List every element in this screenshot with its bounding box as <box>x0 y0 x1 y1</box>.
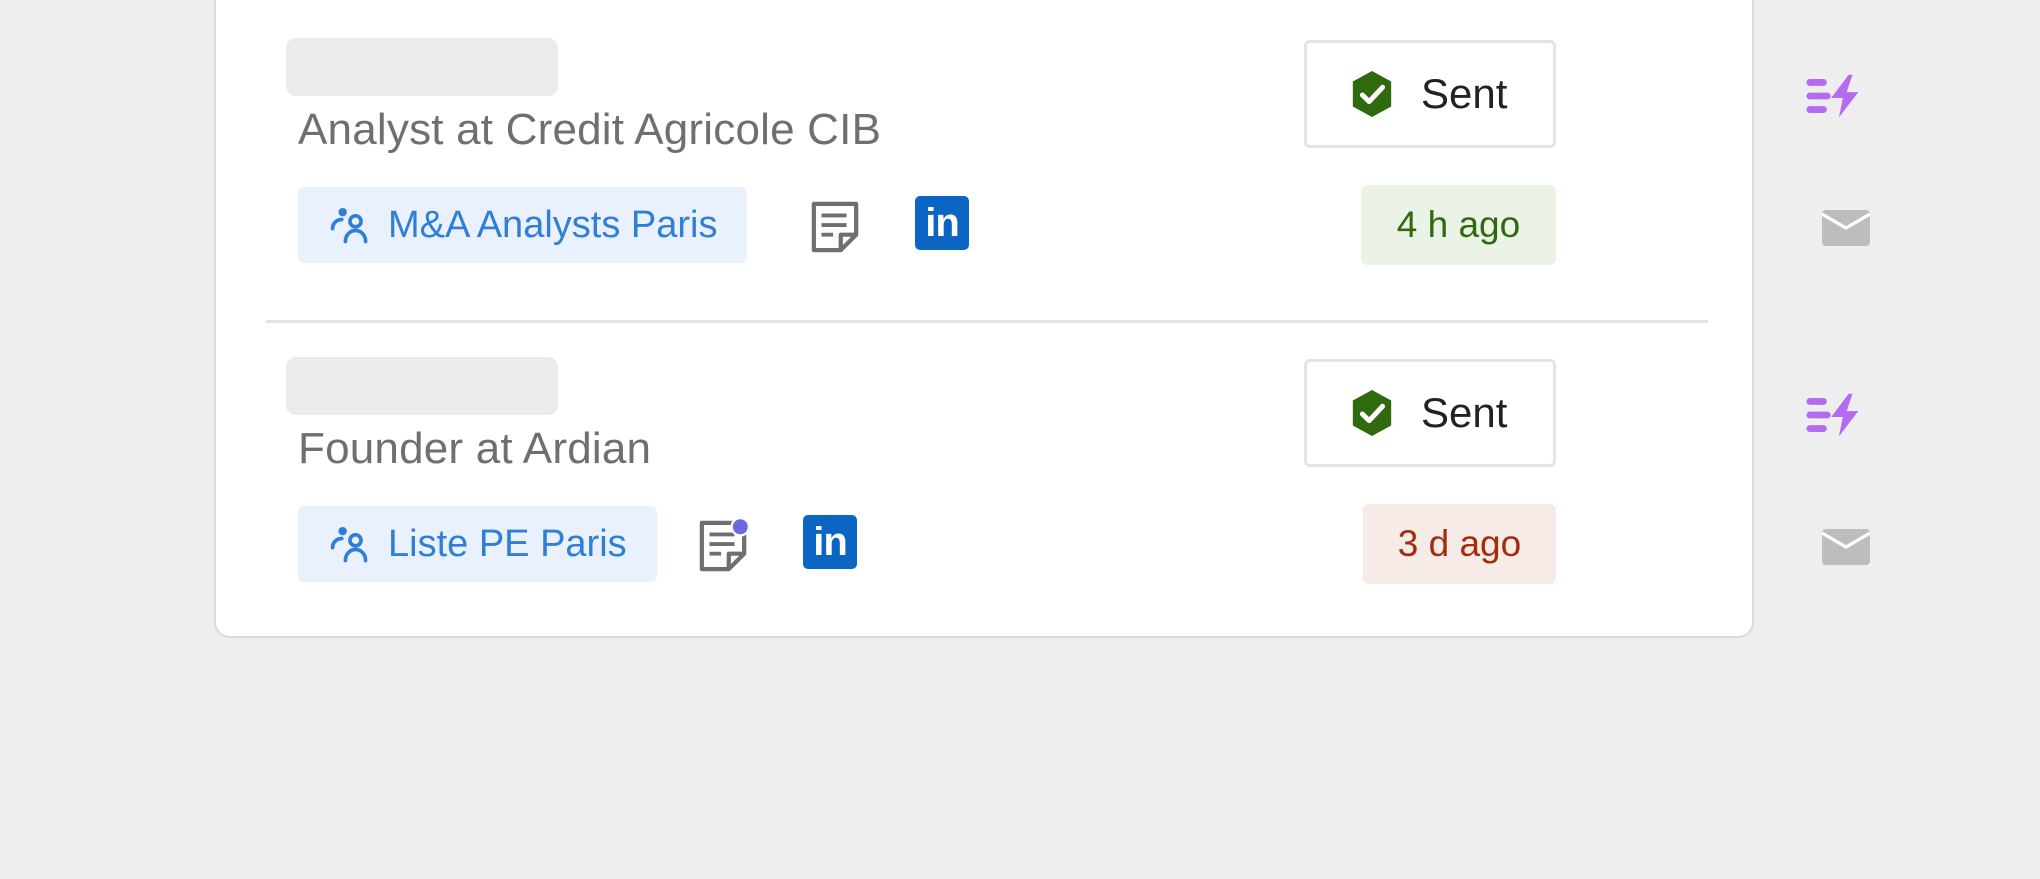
list-tag-label: M&A Analysts Paris <box>388 203 718 246</box>
list-tag-label: Liste PE Paris <box>388 522 627 565</box>
linkedin-icon[interactable]: in <box>915 196 969 250</box>
status-label: Sent <box>1421 389 1508 436</box>
flash-icon[interactable] <box>1806 391 1868 439</box>
note-icon[interactable] <box>810 200 860 254</box>
list-tag[interactable]: Liste PE Paris <box>298 506 657 582</box>
note-icon[interactable] <box>698 519 748 573</box>
mail-icon[interactable] <box>1822 529 1870 565</box>
contact-row[interactable]: Analyst at Credit Agricole CIB M&A Analy… <box>216 2 1870 323</box>
status-button[interactable]: Sent <box>1304 40 1556 148</box>
contact-title: Founder at Ardian <box>298 424 652 473</box>
check-badge-icon <box>1352 390 1392 436</box>
time-badge: 3 d ago <box>1363 504 1556 584</box>
contact-name-placeholder <box>286 357 558 415</box>
status-button[interactable]: Sent <box>1304 359 1556 467</box>
time-badge: 4 h ago <box>1361 185 1556 265</box>
contacts-card: Analyst at Credit Agricole CIB M&A Analy… <box>214 0 1870 639</box>
contact-row[interactable]: Founder at Ardian Liste PE Paris in Sent… <box>216 321 1870 639</box>
contact-title: Analyst at Credit Agricole CIB <box>298 105 882 154</box>
mail-icon[interactable] <box>1822 210 1870 246</box>
contact-name-placeholder <box>286 38 558 96</box>
people-icon <box>330 526 368 563</box>
check-badge-icon <box>1352 71 1392 117</box>
flash-icon[interactable] <box>1806 72 1868 120</box>
people-icon <box>330 207 368 244</box>
status-label: Sent <box>1421 70 1508 117</box>
list-tag[interactable]: M&A Analysts Paris <box>298 187 748 263</box>
linkedin-icon[interactable]: in <box>803 515 857 569</box>
